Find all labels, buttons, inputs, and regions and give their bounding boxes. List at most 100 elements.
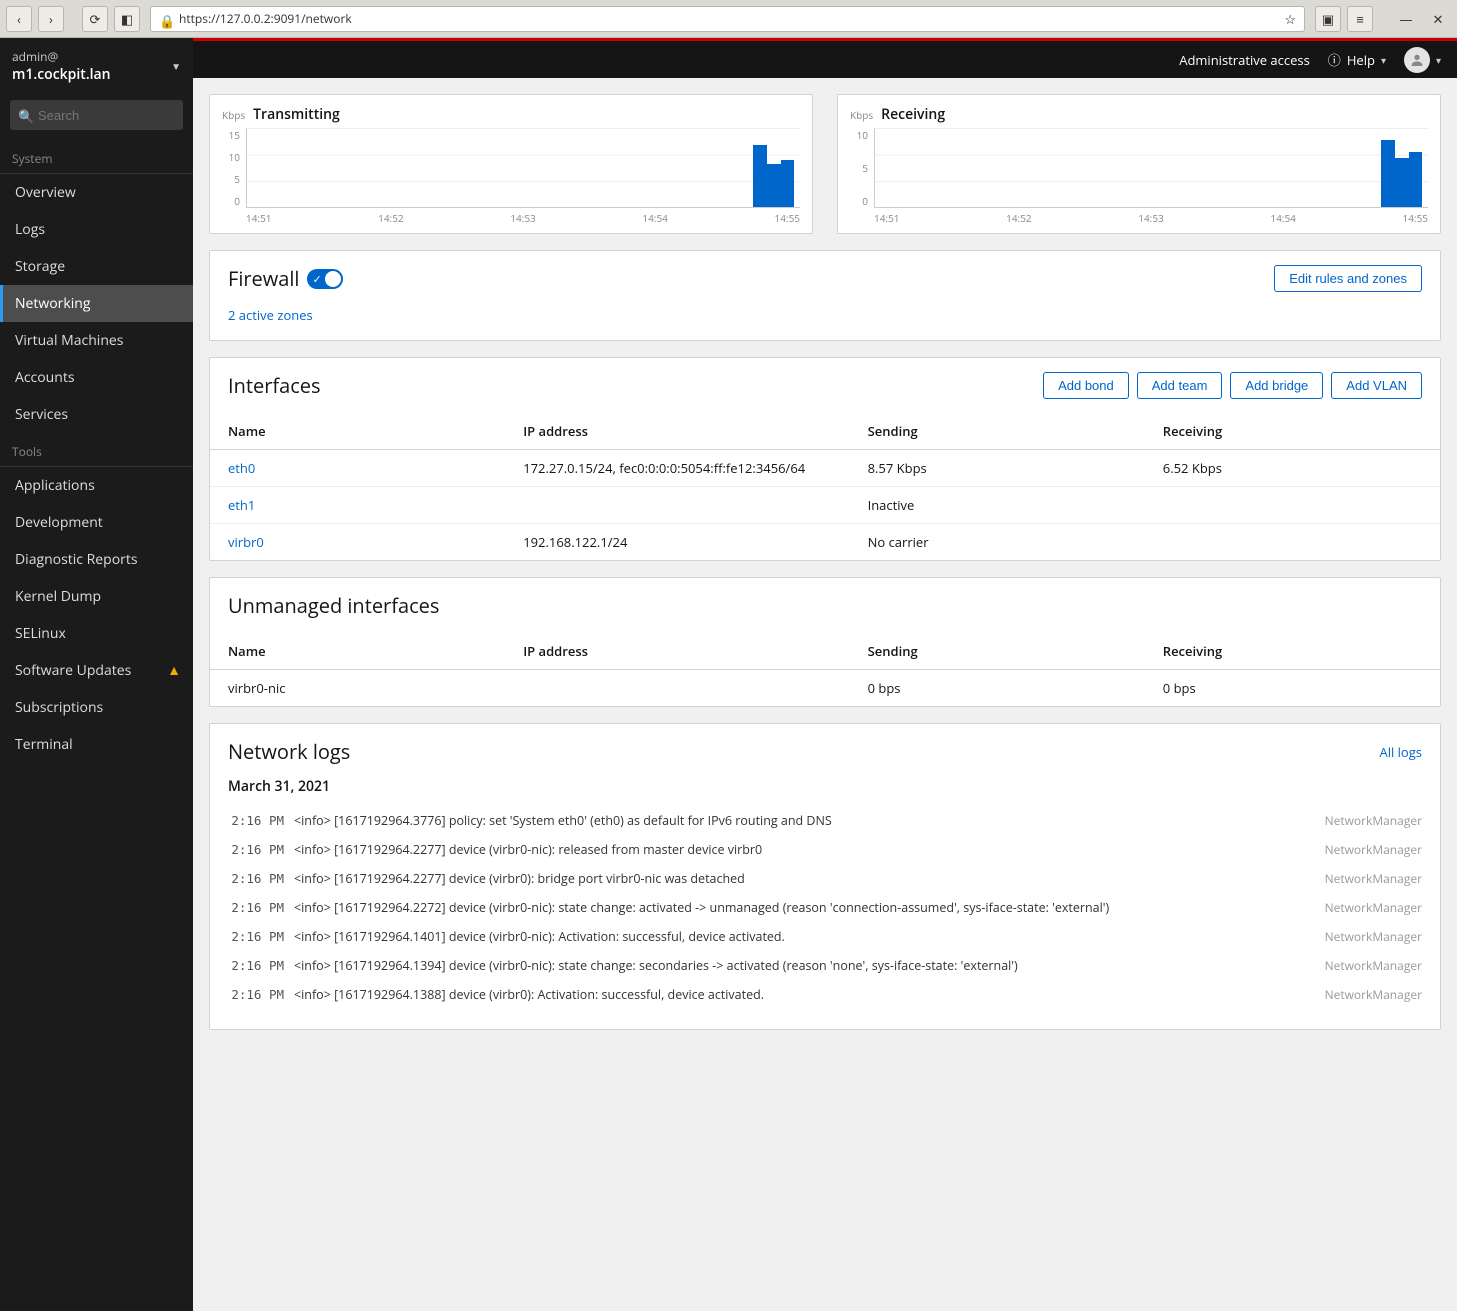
- col-name: Name: [210, 413, 505, 450]
- log-entry[interactable]: 2:16 PM <info> [1617192964.1388] device (…: [228, 980, 1422, 1009]
- nav-logs[interactable]: Logs: [0, 211, 193, 248]
- nav-services[interactable]: Services: [0, 396, 193, 433]
- edit-rules-button[interactable]: Edit rules and zones: [1274, 265, 1422, 292]
- col-receiving: Receiving: [1145, 633, 1440, 670]
- nav-terminal[interactable]: Terminal: [0, 726, 193, 763]
- log-time: 2:16 PM: [228, 813, 284, 828]
- log-source: NetworkManager: [1325, 928, 1422, 945]
- all-logs-link[interactable]: All logs: [1379, 743, 1422, 761]
- firewall-toggle[interactable]: ✓: [307, 269, 343, 289]
- active-zones-link[interactable]: 2 active zones: [228, 306, 313, 324]
- table-row[interactable]: eth0 172.27.0.15/24, fec0:0:0:0:5054:ff:f…: [210, 450, 1440, 487]
- add-bond-button[interactable]: Add bond: [1043, 372, 1129, 399]
- col-name: Name: [210, 633, 505, 670]
- url-text: https://127.0.0.2:9091/network: [179, 10, 1278, 27]
- nav-networking[interactable]: Networking: [0, 285, 193, 322]
- log-entry[interactable]: 2:16 PM<info> [1617192964.1401] device (…: [228, 922, 1422, 951]
- x-axis: 14:5114:5214:5314:5414:55: [850, 211, 1428, 225]
- log-source: NetworkManager: [1325, 957, 1422, 974]
- log-time: 2:16 PM: [228, 929, 284, 944]
- log-entry[interactable]: 2:16 PM <info> [1617192964.2277] device (…: [228, 864, 1422, 893]
- admin-access[interactable]: Administrative access: [1179, 51, 1310, 69]
- table-row[interactable]: virbr0192.168.122.1/24No carrier: [210, 524, 1440, 561]
- avatar-icon: [1404, 47, 1430, 73]
- nav-section-tools: Tools: [0, 433, 193, 466]
- nav-virtual-machines[interactable]: Virtual Machines: [0, 322, 193, 359]
- bookmark-icon[interactable]: ☆: [1284, 10, 1296, 28]
- close-button[interactable]: ✕: [1425, 6, 1451, 32]
- chart-unit: Kbps: [850, 108, 873, 122]
- cell-ip: [505, 487, 849, 524]
- cell-ip: 192.168.122.1/24: [505, 524, 849, 561]
- add-vlan-button[interactable]: Add VLAN: [1331, 372, 1422, 399]
- menu-button[interactable]: ≡: [1347, 6, 1373, 32]
- log-entry[interactable]: 2:16 PM<info> [1617192964.1394] device (…: [228, 951, 1422, 980]
- log-entry[interactable]: 2:16 PM<info> [1617192964.2272] device (…: [228, 893, 1422, 922]
- url-bar[interactable]: 🔒 https://127.0.0.2:9091/network ☆: [150, 6, 1305, 32]
- chart-title: Receiving: [881, 105, 945, 124]
- logs-title: Network logs: [228, 738, 350, 765]
- nav-subscriptions[interactable]: Subscriptions: [0, 689, 193, 726]
- cell-ip: 172.27.0.15/24, fec0:0:0:0:5054:ff:fe12:…: [505, 450, 849, 487]
- table-row[interactable]: eth1Inactive: [210, 487, 1440, 524]
- log-source: NetworkManager: [1325, 812, 1422, 829]
- user-label: admin@: [12, 48, 111, 65]
- minimize-button[interactable]: —: [1393, 6, 1419, 32]
- topbar: Administrative access ⓘ Help ▾ ▾: [193, 41, 1457, 78]
- x-axis: 14:5114:5214:5314:5414:55: [222, 211, 800, 225]
- nav-overview[interactable]: Overview: [0, 174, 193, 211]
- add-bridge-button[interactable]: Add bridge: [1230, 372, 1323, 399]
- nav-applications[interactable]: Applications: [0, 467, 193, 504]
- host-selector[interactable]: admin@ m1.cockpit.lan ▼: [0, 38, 193, 94]
- y-axis: 151050: [222, 128, 240, 208]
- y-axis: 1050: [850, 128, 868, 208]
- nav-development[interactable]: Development: [0, 504, 193, 541]
- interfaces-table: Name IP address Sending Receiving eth017…: [210, 413, 1440, 560]
- log-message: <info> [1617192964.1388] device (virbr0)…: [294, 986, 1315, 1003]
- nav-accounts[interactable]: Accounts: [0, 359, 193, 396]
- add-team-button[interactable]: Add team: [1137, 372, 1223, 399]
- interface-name-link[interactable]: eth1: [228, 496, 255, 514]
- log-entry[interactable]: 2:16 PM<info> [1617192964.2277] device (…: [228, 835, 1422, 864]
- log-time: 2:16 PM: [228, 987, 284, 1002]
- lock-icon: 🔒: [159, 12, 173, 26]
- nav-software-updates[interactable]: Software Updates▲: [0, 652, 193, 689]
- interfaces-card: Interfaces Add bond Add team Add bridge …: [209, 357, 1441, 561]
- col-ip: IP address: [505, 633, 849, 670]
- log-entry[interactable]: 2:16 PM<info> [1617192964.3776] policy: …: [228, 806, 1422, 835]
- cell-receiving: [1145, 524, 1440, 561]
- plot-area: [246, 128, 800, 208]
- chart-unit: Kbps: [222, 108, 245, 122]
- home-button[interactable]: ◧: [114, 6, 140, 32]
- reload-button[interactable]: ⟳: [82, 6, 108, 32]
- browser-toolbar: ‹ › ⟳ ◧ 🔒 https://127.0.0.2:9091/network…: [0, 0, 1457, 38]
- search-icon: 🔍: [18, 107, 34, 125]
- table-row: virbr0-nic0 bps0 bps: [210, 670, 1440, 707]
- log-source: NetworkManager: [1325, 986, 1422, 1003]
- nav-storage[interactable]: Storage: [0, 248, 193, 285]
- log-time: 2:16 PM: [228, 871, 284, 886]
- cell-receiving: [1145, 487, 1440, 524]
- unmanaged-table: Name IP address Sending Receiving virbr0…: [210, 633, 1440, 706]
- user-menu[interactable]: ▾: [1404, 47, 1441, 73]
- nav-kernel-dump[interactable]: Kernel Dump: [0, 578, 193, 615]
- forward-button[interactable]: ›: [38, 6, 64, 32]
- back-button[interactable]: ‹: [6, 6, 32, 32]
- help-menu[interactable]: ⓘ Help ▾: [1328, 50, 1386, 69]
- log-message: <info> [1617192964.2277] device (virbr0)…: [294, 870, 1315, 887]
- nav-selinux[interactable]: SELinux: [0, 615, 193, 652]
- main-content: Administrative access ⓘ Help ▾ ▾ Kbps Tr…: [193, 38, 1457, 1311]
- firewall-card: Firewall ✓ Edit rules and zones 2 active…: [209, 250, 1441, 341]
- warning-icon: ▲: [167, 661, 181, 680]
- col-receiving: Receiving: [1145, 413, 1440, 450]
- reader-button[interactable]: ▣: [1315, 6, 1341, 32]
- chevron-down-icon: ▼: [171, 59, 181, 73]
- interface-name-link[interactable]: eth0: [228, 459, 255, 477]
- chart-receiving: Kbps Receiving 1050 14:5114:5214:5314:54…: [837, 94, 1441, 234]
- interface-name-link[interactable]: virbr0: [228, 533, 264, 551]
- col-sending: Sending: [850, 633, 1145, 670]
- search-input[interactable]: [10, 100, 183, 130]
- logs-card: Network logs All logs March 31, 2021 2:1…: [209, 723, 1441, 1030]
- nav-diagnostic-reports[interactable]: Diagnostic Reports: [0, 541, 193, 578]
- nav-section-system: System: [0, 140, 193, 173]
